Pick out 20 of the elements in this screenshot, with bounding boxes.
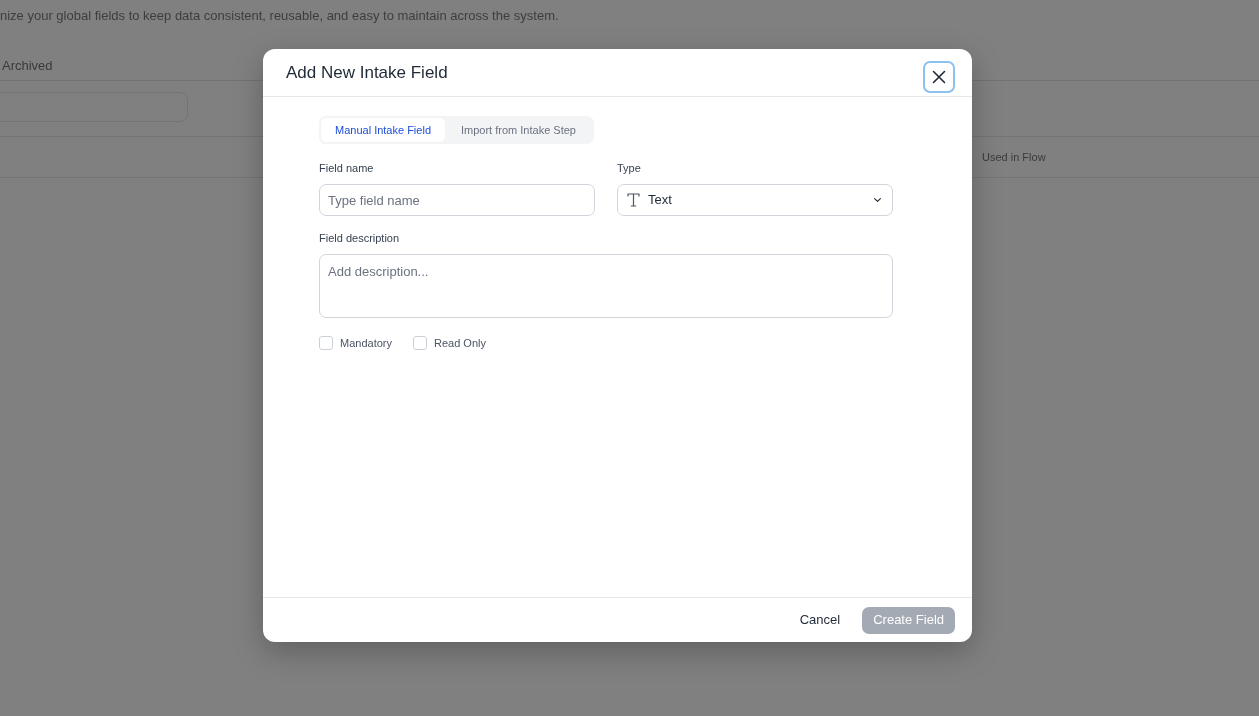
page-subtitle: nize your global fields to keep data consistent, reusable, and easy to maintain across the system. xyxy=(0,7,560,25)
cancel-button[interactable]: Cancel xyxy=(799,606,841,634)
field-name-input[interactable]: Type field name xyxy=(319,184,595,216)
field-label: Field description xyxy=(319,231,401,245)
text-type-icon xyxy=(627,193,640,207)
tab[interactable]: Manual Intake Field xyxy=(321,118,445,142)
checkbox[interactable] xyxy=(319,336,333,351)
tab[interactable]: Import from Intake Step xyxy=(445,118,592,142)
close-button[interactable] xyxy=(923,60,955,93)
field-label: Type xyxy=(617,161,642,175)
dialog-title: Add New Intake Field xyxy=(286,61,448,84)
column-header: Used in Flow xyxy=(982,149,1046,165)
description-textarea[interactable]: Add description... xyxy=(319,254,893,318)
checkbox-label: Read Only xyxy=(434,336,486,351)
checkbox[interactable] xyxy=(413,336,427,351)
type-dropdown[interactable]: Text xyxy=(617,184,893,216)
field-label: Field name xyxy=(319,161,375,175)
close-icon xyxy=(932,69,946,84)
checkbox-label: Mandatory xyxy=(340,336,392,351)
chevron-down-icon xyxy=(874,198,881,202)
